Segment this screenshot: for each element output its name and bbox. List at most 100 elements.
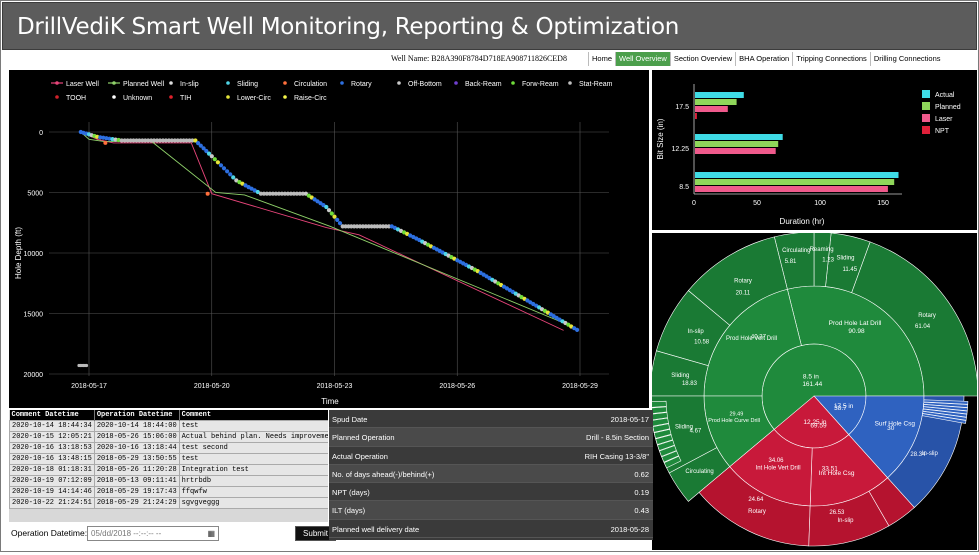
sunburst-label: 20.11 [736,290,751,296]
table-row[interactable]: 2020-10-16 13:18:53 2020-10-16 13:18:44 te… [9,442,328,454]
x-tick-label: 50 [753,200,761,207]
legend-label[interactable]: Circulation [294,81,327,88]
table-row[interactable]: 2020-10-15 12:05:21 2018-05-26 15:06:00 Ac… [9,431,328,443]
operation-point [228,172,233,177]
nav-section-overview[interactable]: Section Overview [669,52,735,66]
operation-point [231,175,236,180]
nav-drilling-connections[interactable]: Drilling Connections [869,52,944,66]
bar-laser[interactable] [695,148,776,154]
bit-bar-chart[interactable]: 0 50 100 150 17.5 12.25 8.5 Bit Size (in) Durati… [652,70,977,230]
table-cell: 2018-05-29 21:24:29 [93,497,180,509]
bar-actual[interactable] [695,172,899,178]
bar-laser[interactable] [695,186,888,192]
sunburst-label: 69.59 [810,423,827,430]
legend-label[interactable]: Raise-Circ [294,95,327,102]
nav-bar: Well Name: B28A390F8784D718EA908711826CE… [2,51,977,68]
bar-actual[interactable] [695,134,783,140]
y-tick-label: 15000 [24,312,44,319]
calendar-icon[interactable]: ▦ [207,529,215,538]
legend-label[interactable]: TOOH [66,95,86,102]
sunburst-label: 90.98 [848,328,865,335]
summary-value: 2018-05-28 [610,524,649,534]
operation-point [209,154,214,159]
legend-label[interactable]: Planned Well [123,81,165,88]
sunburst-chart[interactable]: 8.5 in161.4412.25 in69.5917.5 in38.7Prod… [649,231,979,550]
operation-point [225,169,230,174]
depth-chart[interactable]: Laser Well Planned Well In-slip Sliding Circ… [9,70,649,408]
sunburst-label: 18.83 [682,381,698,387]
sunburst-sliver[interactable] [649,400,667,408]
legend-label[interactable]: TIH [180,95,191,102]
series-planned-well[interactable] [80,131,577,329]
title-bar: DrillVediK Smart Well Monitoring, Report… [2,2,977,50]
legend-swatch-dot [397,81,401,85]
operation-point [103,140,108,145]
table-row[interactable]: 2020-10-19 14:14:46 2018-05-29 19:17:43 ff… [9,486,328,498]
summary-key: Actual Operation [332,451,388,461]
legend-swatch-dot [169,81,173,85]
table-cell: 2018-05-26 15:06:00 [93,431,180,443]
table-row[interactable]: 2020-10-14 18:44:34 2020-10-14 18:44:00 te… [9,420,328,432]
operation-datetime-label: Operation Datetime: [11,528,88,538]
operation-point [212,157,217,162]
legend-label[interactable]: Rotary [351,81,372,88]
legend-label[interactable]: Sliding [237,81,258,88]
table-cell: 2020-10-19 14:14:46 [9,486,95,498]
legend-label[interactable]: Planned [935,104,961,111]
summary-key: No. of days ahead(-)/behind(+) [332,469,435,479]
table-row[interactable]: 2020-10-19 07:12:09 2018-05-13 09:11:41 hr… [9,475,328,487]
legend-label[interactable]: Laser Well [66,81,99,88]
table-row[interactable]: 2020-10-16 13:48:15 2018-05-29 13:50:55 te… [9,453,328,465]
bar-laser[interactable] [695,106,728,112]
operation-datetime-input[interactable]: 05/dd/2018 --:--:-- -- ▦ [87,526,219,541]
legend-label[interactable]: Actual [935,92,955,99]
app-title: DrillVediK Smart Well Monitoring, Report… [17,14,680,40]
table-cell: hrtrbdb [178,475,328,487]
sunburst-label: Int Hole Vert Drill [756,466,801,472]
nav-tripping-connections[interactable]: Tripping Connections [792,52,870,66]
sunburst-label: Surf Hole Csg [875,420,916,427]
summary-row: Planned well delivery date 2018-05-28 [329,520,653,539]
nav-bha-operation[interactable]: BHA Operation [735,52,792,66]
summary-row: Planned Operation Drill - 8.5in Section [329,428,653,447]
legend-label[interactable]: Lower-Circ [237,95,271,102]
bar-npt[interactable] [695,113,697,119]
nav-home[interactable]: Home [588,52,615,66]
table-row[interactable]: 2020-10-22 21:24:51 2018-05-29 21:24:29 sg… [9,497,328,509]
legend-label[interactable]: Forw-Ream [522,81,559,88]
y-tick-label: 10000 [24,251,44,258]
legend-label[interactable]: In-slip [180,81,199,88]
bar-planned[interactable] [695,179,895,185]
legend-swatch-dot [511,81,515,85]
legend-label[interactable]: Stat-Ream [579,81,613,88]
summary-key: NPT (days) [332,488,370,498]
y-tick-label: 0 [39,130,43,137]
sunburst-label: Rotary [734,278,752,284]
operation-point [84,363,89,368]
legend-label[interactable]: Laser [935,116,953,123]
operation-datetime-form: Operation Datetime: 05/dd/2018 --:--:-- … [9,525,336,543]
sunburst-label: 5.81 [785,259,797,265]
legend-label[interactable]: NPT [935,128,950,135]
sunburst-label: 10.58 [694,340,710,346]
nav-well-overview[interactable]: Well Overview [615,52,670,66]
sunburst-label: 161.44 [802,381,822,388]
sunburst-label: Sliding [836,256,854,262]
bar-actual[interactable] [695,92,744,98]
legend-label[interactable]: Back-Ream [465,81,502,88]
y-tick-label: 8.5 [679,184,689,191]
bar-planned[interactable] [695,141,779,147]
legend-swatch [922,102,930,110]
summary-key: ILT (days) [332,506,366,516]
bar-planned[interactable] [695,99,737,105]
table-cell: 2020-10-14 18:44:00 [93,420,180,432]
sunburst-label: Prod Hole Curve Drill [708,418,760,424]
well-name: Well Name: B28A390F8784D718EA908711826CE… [391,54,567,63]
legend-swatch-dot [226,95,230,99]
sunburst-label: 28.34 [910,452,926,458]
table-cell: test [178,420,328,432]
table-row[interactable]: 2020-10-18 01:18:31 2018-05-26 11:20:28 In… [9,464,328,476]
series-laser-well[interactable] [80,131,564,331]
legend-label[interactable]: Unknown [123,95,152,102]
legend-label[interactable]: Off-Bottom [408,81,442,88]
